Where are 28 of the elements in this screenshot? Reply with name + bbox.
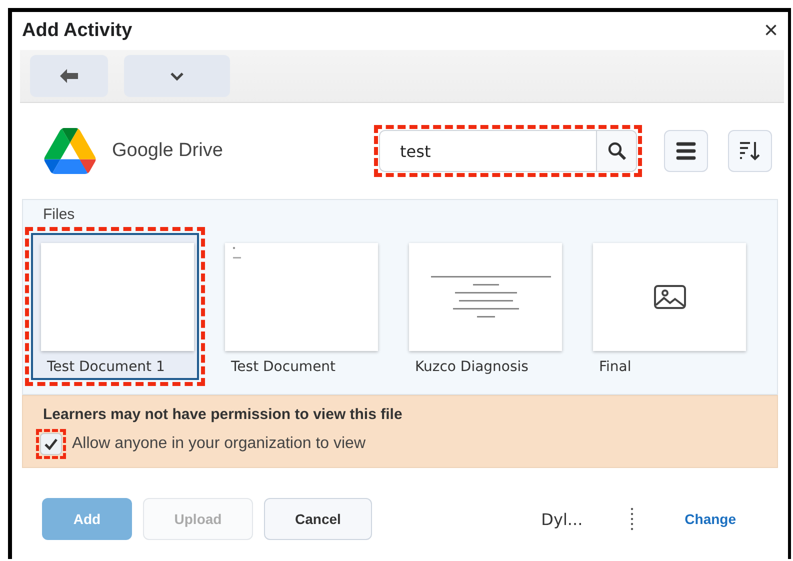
close-button[interactable]: × [760, 19, 782, 43]
change-link[interactable]: Change [684, 511, 736, 527]
image-icon [654, 285, 686, 309]
search-icon [606, 141, 626, 161]
file-tile[interactable]: Test Document [215, 233, 383, 380]
files-heading: Files [43, 206, 76, 223]
file-tile[interactable]: Kuzco Diagnosis [399, 233, 567, 380]
more-options-icon[interactable] [630, 507, 634, 531]
provider-name: Google Drive [112, 140, 224, 162]
search-field[interactable]: test [379, 130, 637, 172]
back-arrow-icon [60, 69, 78, 83]
menu-icon [676, 142, 696, 160]
action-button[interactable]: Cancel [264, 498, 372, 540]
chevron-down-icon [170, 72, 184, 80]
search-button[interactable] [596, 131, 636, 171]
file-tile[interactable]: Test Document 1 [31, 233, 199, 380]
file-tile[interactable]: Final [583, 233, 751, 380]
warning-message: Learners may not have permission to view this file [43, 406, 404, 423]
sort-button[interactable] [728, 130, 772, 172]
account-name: Dyl... [541, 510, 583, 528]
checkbox-label: Allow anyone in your organization to view [72, 435, 366, 453]
sort-icon [739, 141, 761, 161]
back-button[interactable] [30, 55, 108, 97]
dialog-title: Add Activity [22, 20, 132, 42]
menu-button[interactable] [664, 130, 708, 172]
drive-logo-icon [44, 128, 96, 174]
checkmark-icon [44, 438, 58, 450]
text-lines-drawing [233, 247, 241, 259]
